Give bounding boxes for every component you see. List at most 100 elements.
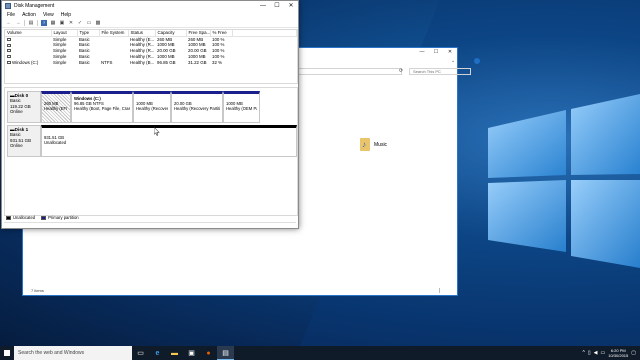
table-cell: Simple [53,59,67,65]
table-cell: 31.22 GB [188,59,207,65]
window-title: Disk Management [14,3,55,9]
column-header[interactable]: Free Spa... [186,30,211,37]
disk-0-info[interactable]: ▬Disk 0 Basic 119.22 GB Online [7,91,41,123]
system-tray: ^ ▯ ◀ ▭ 6:20 PM 10/30/2015 ▢ [583,348,640,358]
check-icon[interactable]: ✓ [77,20,83,26]
table-cell: Healthy (E... [130,36,155,42]
titlebar[interactable]: Disk Management — ☐ ✕ [2,1,298,11]
close-icon[interactable]: ✕ [443,48,457,56]
properties-icon[interactable]: ▦ [50,20,56,26]
volume-icon [7,37,11,41]
file-explorer-icon[interactable]: ▬ [166,346,183,360]
volume-icon [7,60,11,64]
menu-view[interactable]: View [43,12,54,18]
volume-name: Windows (C:) [12,59,39,65]
disk-management-icon [5,3,11,9]
music-folder-icon [360,138,370,151]
partition-efi[interactable]: ​ 260 MB Healthy (EFI S [41,91,71,123]
chevron-up-icon[interactable]: ^ [583,350,585,356]
table-cell [232,59,297,65]
maximize-icon[interactable]: ☐ [429,48,443,56]
back-icon[interactable]: ← [6,20,12,26]
disk-0-label: Disk 0 [14,93,29,98]
clock[interactable]: 6:20 PM 10/30/2015 [608,348,628,358]
table-cell: Healthy (R... [130,47,155,53]
disk-0-status: Online [10,108,23,114]
partition-recovery-2[interactable]: ​ 20.00 GB Healthy (Recovery Partition [171,91,223,123]
explorer-window-controls: — ☐ ✕ [415,48,457,56]
mouse-cursor-icon [154,127,160,136]
folder-music-label: Music [374,141,388,148]
partition-oem[interactable]: ​ 1000 MB Healthy (OEM Part [223,91,260,123]
table-cell: Healthy (R... [130,53,155,59]
table-cell: NTFS [101,59,113,65]
open-icon[interactable]: ▭ [86,20,92,26]
menu-action[interactable]: Action [22,12,36,18]
search-placeholder: Search the web and Windows [18,350,85,356]
explorer-status-text: 7 items [31,288,44,293]
menu-bar: File Action View Help [2,11,298,19]
help-icon[interactable]: ? [41,20,47,26]
legend: Unallocated Primary partition [6,215,83,220]
volume-icon[interactable]: ◀ [594,350,598,356]
taskbar: Search the web and Windows ▭ e ▬ ▣ ● ▤ ^… [0,346,640,360]
delete-icon[interactable]: ✕ [68,20,74,26]
close-button[interactable]: ✕ [284,1,298,11]
menu-file[interactable]: File [7,12,15,18]
volume-icon [7,43,11,47]
legend-label-unallocated: Unallocated [13,215,36,220]
table-cell: 20.00 GB [188,47,207,53]
notification-icon[interactable]: ▭ [601,350,606,356]
forward-icon[interactable]: → [15,20,21,26]
clock-date: 10/30/2015 [608,353,629,358]
disk-management-window[interactable]: Disk Management — ☐ ✕ File Action View H… [1,0,299,229]
status-divider [4,222,296,223]
disk-0-row: ▬Disk 0 Basic 119.22 GB Online ​ 260 MB … [7,91,260,123]
table-cell: 96.85 GB [157,59,176,65]
menu-help[interactable]: Help [61,12,71,18]
refresh-icon[interactable]: ⟳ [399,68,406,75]
action-center-icon[interactable]: ▢ [631,350,636,356]
rescan-icon[interactable]: ▩ [95,20,101,26]
list-icon[interactable]: ▤ [28,20,34,26]
store-icon[interactable]: ▣ [183,346,200,360]
volume-list: Volume Layout Type File System Status Ca… [4,29,298,84]
partition-status: Healthy (Boot, Page File, Crash D [74,106,130,112]
disk-1-info[interactable]: ▬Disk 1 Basic 931.51 GB Online [7,125,41,157]
network-icon[interactable]: ▯ [588,350,591,356]
partition-status: Healthy (OEM Part [226,106,257,112]
disk-management-taskbar-icon[interactable]: ▤ [217,346,234,360]
partition-windows-c[interactable]: Windows (C:) 96.85 GB NTFS Healthy (Boot… [71,91,133,123]
firefox-icon[interactable]: ● [200,346,217,360]
minimize-button[interactable]: — [256,1,270,11]
table-cell: Healthy (B... [130,59,155,65]
folder-music[interactable]: Music [360,138,387,151]
partition-recovery-1[interactable]: ​ 1000 MB Healthy (Recovery [133,91,171,123]
column-header[interactable]: File System [99,30,129,37]
start-button[interactable] [0,346,14,360]
explorer-search-input[interactable]: Search This PC [409,68,471,75]
windows-icon [3,349,11,357]
disk-1-label: Disk 1 [14,127,29,132]
partition-status: Healthy (EFI S [44,106,68,112]
address-bar[interactable] [298,68,402,75]
taskbar-search-input[interactable]: Search the web and Windows [14,346,132,360]
table-cell: 32 % [212,59,223,65]
help-icon[interactable] [474,58,480,64]
toolbar-divider [37,20,38,26]
maximize-button[interactable]: ☐ [270,1,284,11]
edge-icon[interactable]: e [149,346,166,360]
refresh-icon[interactable]: ▣ [59,20,65,26]
partition-status: Healthy (Recovery [136,106,168,112]
partition-status: Unallocated [44,140,67,146]
view-toggle[interactable] [439,288,451,293]
task-view-icon[interactable]: ▭ [132,346,149,360]
toolbar: ← → ▤ ? ▦ ▣ ✕ ✓ ▭ ▩ [2,19,298,28]
table-row[interactable]: Windows (C:) Simple Basic NTFS Healthy (… [5,59,297,65]
partition-unallocated[interactable]: ​ 931.51 GB Unallocated [41,125,297,157]
toolbar-divider [24,20,25,26]
minimize-icon[interactable]: — [415,48,429,56]
table-cell: Windows (C:) [5,59,51,65]
legend-label-primary: Primary partition [48,215,79,220]
chevron-down-icon[interactable]: ⌄ [451,58,458,65]
